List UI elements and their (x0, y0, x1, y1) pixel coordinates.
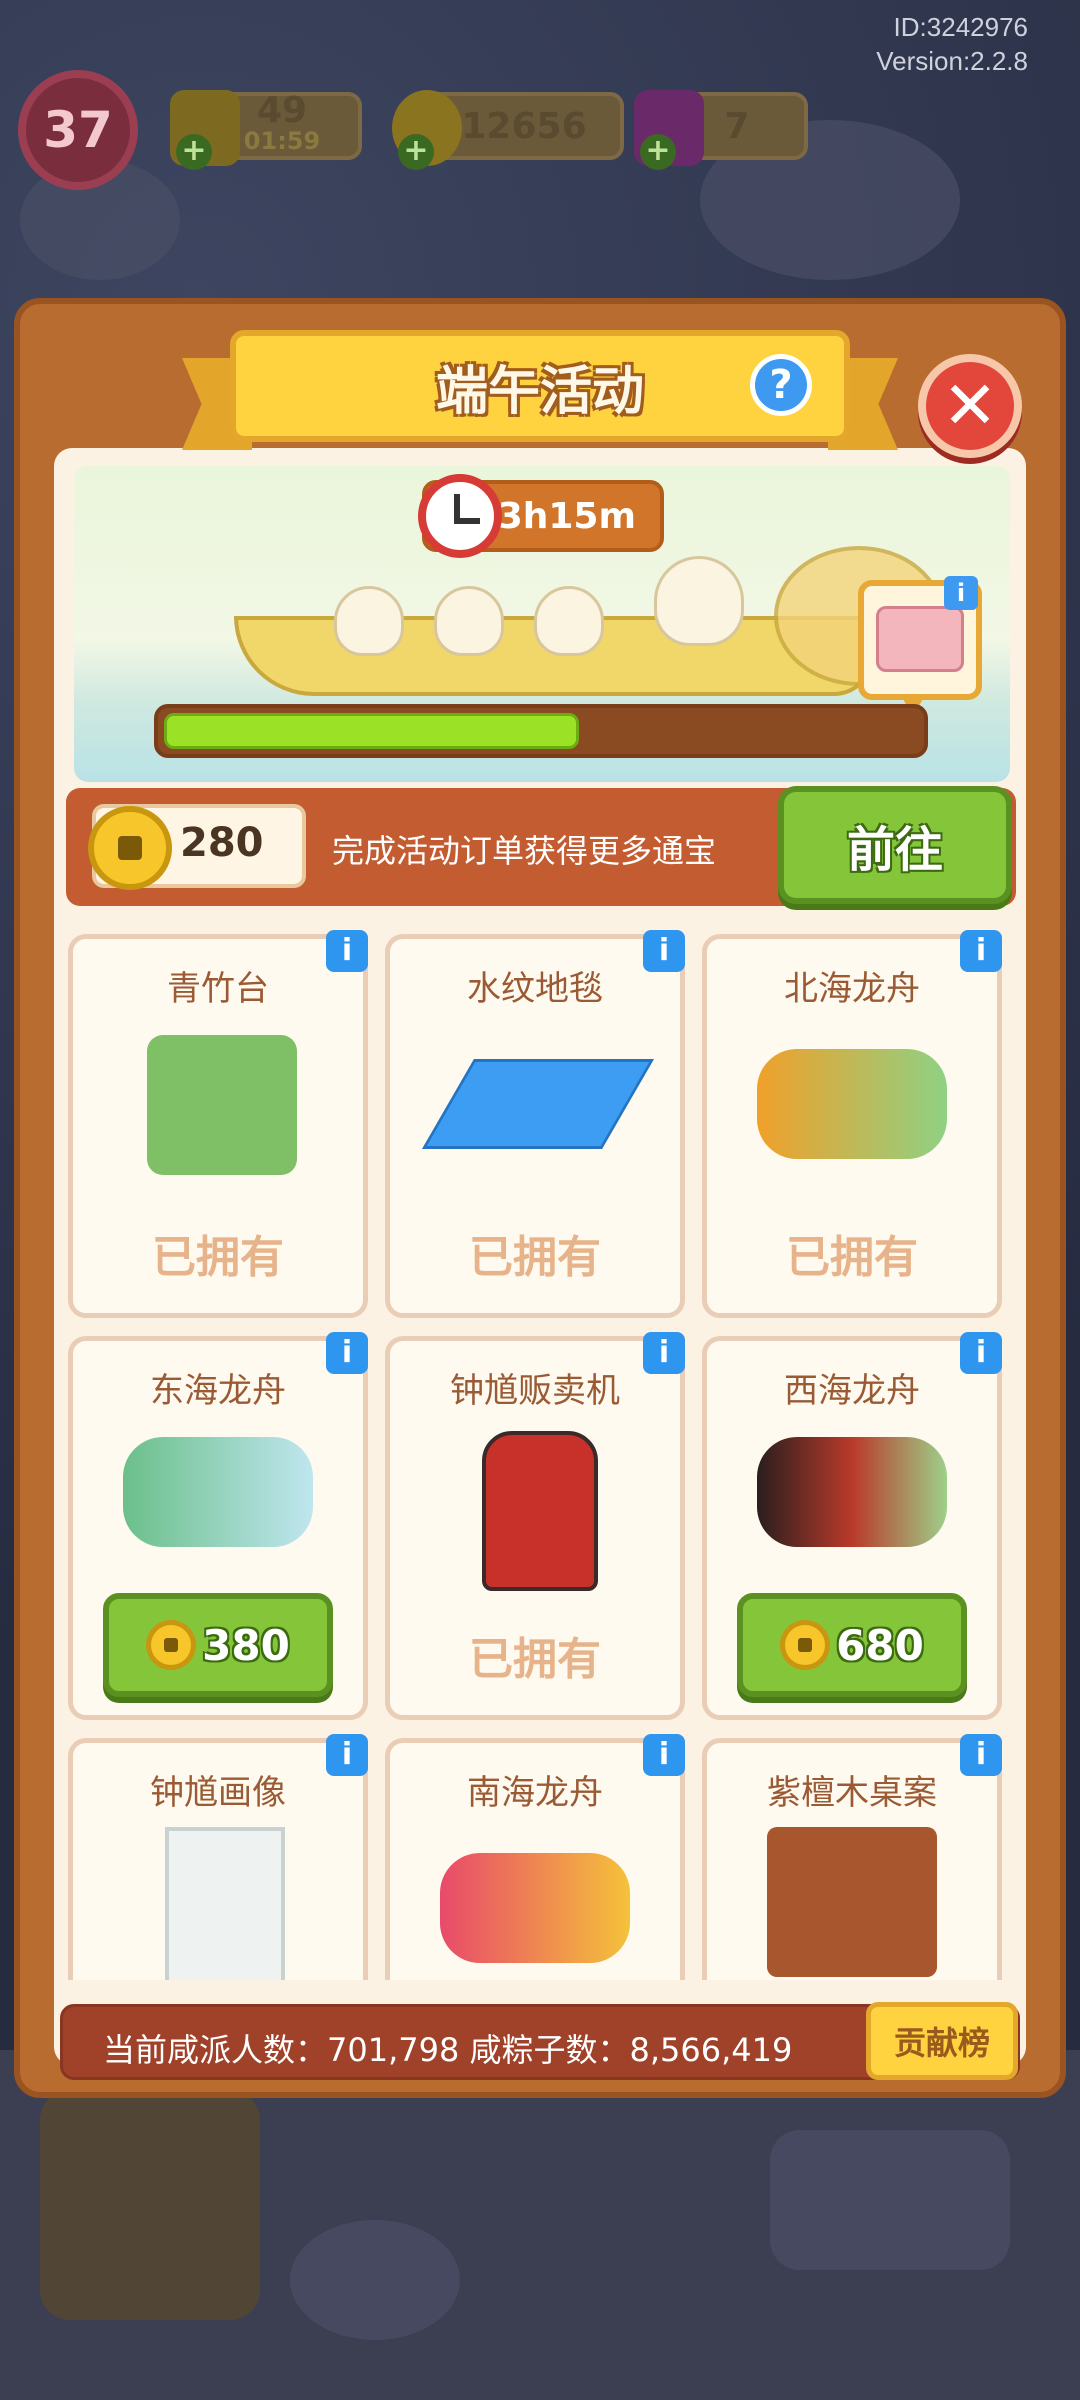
task-description: 完成活动订单获得更多通宝 (332, 832, 717, 870)
owned-label: 已拥有 (469, 1232, 601, 1283)
clock-hand (454, 518, 480, 524)
item-card[interactable]: 东海龙舟 380 (68, 1336, 368, 1720)
item-card[interactable]: 水纹地毯 已拥有 (385, 934, 685, 1318)
item-card[interactable]: 北海龙舟 已拥有 (702, 934, 1002, 1318)
item-grid: 青竹台 已拥有 水纹地毯 已拥有 北海龙舟 已拥有 东海龙舟 380 钟馗贩卖机… (60, 930, 1010, 1980)
player-id: ID:3242976 (893, 12, 1028, 42)
item-card[interactable]: 青竹台 已拥有 (68, 934, 368, 1318)
info-icon[interactable]: i (643, 930, 685, 972)
owned-label: 已拥有 (469, 1634, 601, 1685)
item-name: 水纹地毯 (467, 969, 603, 1009)
gem-value: 7 (724, 105, 750, 147)
item-card[interactable]: 南海龙舟 (385, 1738, 685, 1980)
energy-value: 49 (256, 90, 308, 131)
zhong-kui-vending-machine-art (482, 1431, 598, 1591)
tongbao-count: 280 (180, 820, 264, 866)
help-button[interactable]: ? (750, 354, 812, 416)
level-badge[interactable]: 37 (18, 70, 138, 190)
stats-text: 当前咸派人数：701,798 咸粽子数：8,566,419 (103, 2031, 793, 2069)
rosewood-table-art (767, 1827, 937, 1977)
item-name: 东海龙舟 (150, 1371, 286, 1411)
info-icon[interactable]: i (960, 930, 1002, 972)
timer-text: 3h15m (497, 495, 636, 537)
add-energy-button[interactable]: + (176, 134, 212, 170)
bg-stool (290, 2220, 460, 2340)
info-icon[interactable]: i (643, 1332, 685, 1374)
info-icon[interactable]: i (960, 1332, 1002, 1374)
energy-timer: 01:59 (243, 127, 321, 155)
buy-button[interactable]: 680 (737, 1593, 967, 1697)
item-name: 钟馗贩卖机 (450, 1371, 620, 1411)
coin-value: 12656 (461, 105, 587, 147)
clock-icon (418, 474, 502, 558)
close-button[interactable]: ✕ (918, 354, 1022, 458)
reward-info-icon[interactable]: i (944, 576, 978, 610)
west-sea-dragon-boat-art (757, 1437, 947, 1547)
event-progress-bar (154, 704, 928, 758)
item-card[interactable]: 西海龙舟 680 (702, 1336, 1002, 1720)
level-number: 37 (43, 101, 113, 159)
bridge-reward-icon (876, 606, 964, 672)
buy-button[interactable]: 380 (103, 1593, 333, 1697)
item-card[interactable]: 紫檀木桌案 (702, 1738, 1002, 1980)
price: 680 (836, 1620, 924, 1670)
item-name: 钟馗画像 (150, 1773, 286, 1813)
close-icon: ✕ (942, 367, 998, 444)
info-icon[interactable]: i (326, 930, 368, 972)
north-sea-dragon-boat-art (757, 1049, 947, 1159)
item-name: 北海龙舟 (784, 969, 920, 1009)
coin-icon (780, 1620, 831, 1670)
owned-label: 已拥有 (786, 1232, 918, 1283)
info-icon[interactable]: i (960, 1734, 1002, 1776)
contribution-rank-button[interactable]: 贡献榜 (866, 2002, 1018, 2080)
item-card[interactable]: 钟馗画像 (68, 1738, 368, 1980)
coin-icon (146, 1620, 197, 1670)
item-name: 青竹台 (167, 969, 269, 1009)
item-name: 西海龙舟 (784, 1371, 920, 1411)
price: 380 (202, 1620, 290, 1670)
go-button[interactable]: 前往 (778, 786, 1012, 904)
owned-label: 已拥有 (152, 1232, 284, 1283)
east-sea-dragon-boat-art (123, 1437, 313, 1547)
bamboo-platform-art (147, 1035, 297, 1175)
version-info: ID:3242976 Version:2.2.8 (876, 10, 1028, 78)
info-icon[interactable]: i (326, 1332, 368, 1374)
south-sea-dragon-boat-art (440, 1853, 630, 1963)
progress-fill (164, 713, 579, 749)
item-name: 紫檀木桌案 (767, 1773, 937, 1813)
rank-label: 贡献榜 (893, 2024, 990, 2062)
water-carpet-art (422, 1059, 654, 1149)
go-label: 前往 (846, 822, 943, 878)
bg-lightning-sign (40, 2090, 260, 2320)
gem-counter[interactable]: 7 + (634, 90, 808, 170)
drummer-figure (654, 556, 744, 646)
info-icon[interactable]: i (643, 1734, 685, 1776)
add-coins-button[interactable]: + (398, 134, 434, 170)
item-card[interactable]: 钟馗贩卖机 已拥有 (385, 1336, 685, 1720)
rower-figure (434, 586, 504, 656)
zhong-kui-portrait-art (165, 1827, 285, 1980)
tongbao-coin-icon (88, 806, 172, 890)
bg-table (770, 2130, 1010, 2270)
info-icon[interactable]: i (326, 1734, 368, 1776)
coin-counter[interactable]: 12656 + (392, 90, 624, 170)
modal-title: 端午活动 (435, 361, 644, 422)
energy-counter[interactable]: 49 01:59 + (170, 90, 362, 170)
rower-figure (534, 586, 604, 656)
item-name: 南海龙舟 (467, 1773, 603, 1813)
version-text: Version:2.2.8 (876, 46, 1028, 76)
rower-figure (334, 586, 404, 656)
add-gems-button[interactable]: + (640, 134, 676, 170)
